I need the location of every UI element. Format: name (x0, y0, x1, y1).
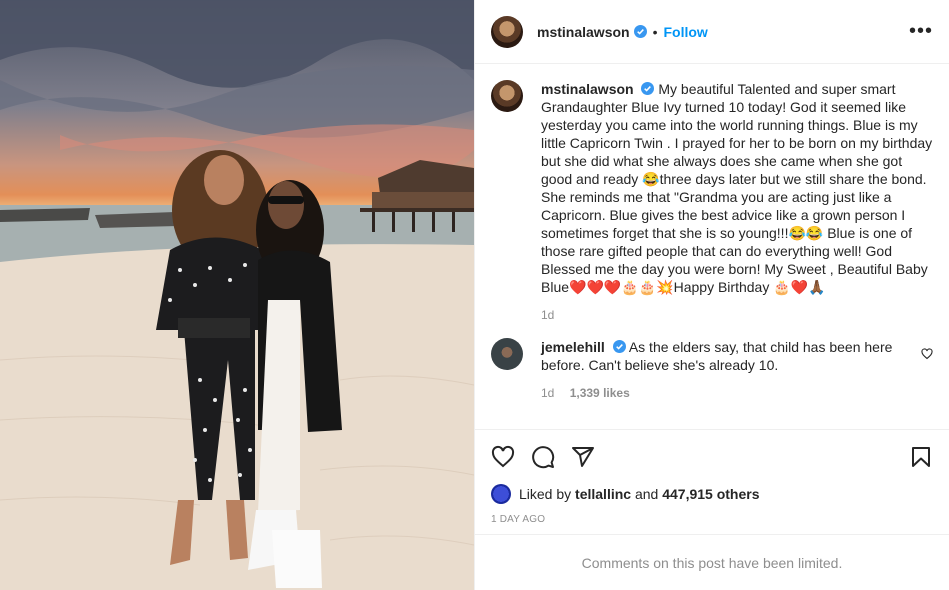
post-sidebar: mstinalawson • Follow ••• mstinalawson M… (474, 0, 949, 590)
caption-age[interactable]: 1d (541, 308, 554, 322)
likes-prefix: Liked by (519, 486, 572, 502)
post-photo[interactable] (0, 0, 474, 590)
likes-count[interactable]: 447,915 others (662, 486, 759, 502)
verified-badge-icon (612, 340, 626, 353)
comment-like-heart-icon[interactable] (921, 348, 933, 360)
caption-avatar[interactable] (491, 80, 523, 112)
heart-icon[interactable] (491, 445, 515, 469)
beach-sunset-photo (0, 0, 474, 590)
commenter-username[interactable]: jemelehill (541, 339, 605, 355)
likes-summary: Liked by tellallinc and 447,915 others (475, 484, 949, 504)
verified-badge-icon (633, 25, 647, 38)
instagram-post: mstinalawson • Follow ••• mstinalawson M… (0, 0, 949, 590)
header-separator: • (652, 23, 658, 40)
author-avatar[interactable] (491, 15, 523, 48)
caption-text: My beautiful Talented and super smart Gr… (541, 81, 933, 295)
comment-body: jemelehill As the elders say, that child… (541, 338, 916, 374)
action-bar (475, 430, 949, 484)
caption: mstinalawson My beautiful Talented and s… (491, 80, 933, 322)
follow-button[interactable]: Follow (664, 24, 708, 40)
comments-limited-notice: Comments on this post have been limited. (475, 534, 949, 590)
author-username[interactable]: mstinalawson (537, 24, 630, 40)
more-options-icon[interactable]: ••• (909, 20, 933, 43)
caption-meta: 1d (541, 308, 933, 322)
comment-meta: 1d 1,339 likes (541, 386, 916, 400)
comments-list[interactable]: mstinalawson My beautiful Talented and s… (475, 64, 949, 430)
caption-body: mstinalawson My beautiful Talented and s… (541, 80, 933, 296)
share-icon[interactable] (571, 445, 595, 469)
bookmark-icon[interactable] (909, 445, 933, 469)
commenter-avatar[interactable] (491, 338, 523, 370)
caption-username[interactable]: mstinalawson (541, 81, 634, 97)
verified-badge-icon (641, 82, 655, 95)
post-header: mstinalawson • Follow ••• (475, 0, 949, 64)
comment-likes[interactable]: 1,339 likes (570, 386, 630, 400)
post-date[interactable]: 1 DAY AGO (475, 504, 949, 525)
comment-icon[interactable] (531, 445, 555, 469)
comment-age[interactable]: 1d (541, 386, 554, 400)
likes-middle: and (634, 486, 659, 502)
liker-username[interactable]: tellallinc (575, 486, 631, 502)
comment-item: jemelehill As the elders say, that child… (491, 338, 933, 400)
liker-avatar[interactable] (491, 484, 511, 504)
